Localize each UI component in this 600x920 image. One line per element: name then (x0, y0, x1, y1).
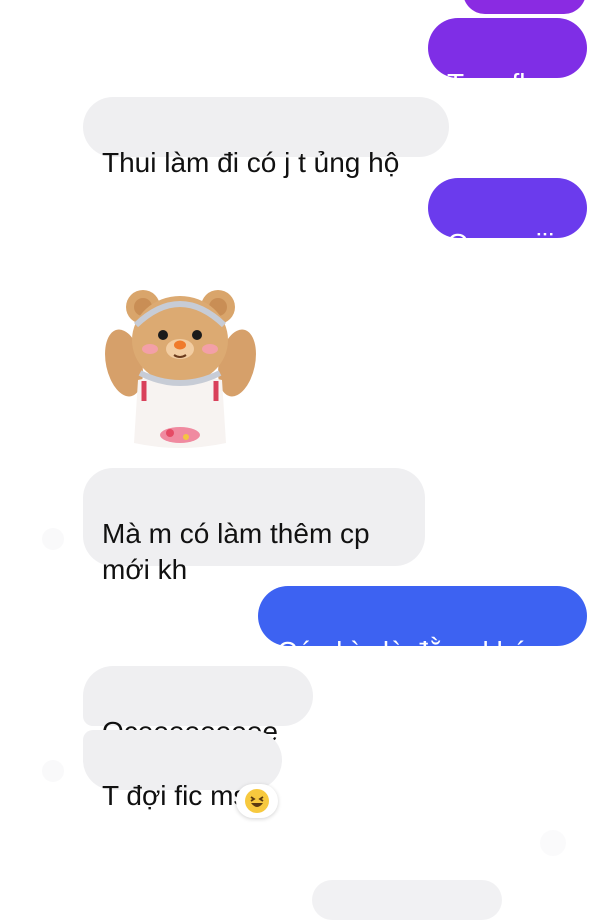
message-text: T đợi fic ms (102, 780, 248, 811)
teddy-bear-icon (105, 290, 256, 448)
message-text: Thui làm đi có j t ủng hộ (102, 147, 400, 178)
avatar (42, 760, 64, 782)
message-text: Có nhìu là đằng khác (277, 636, 542, 667)
avatar (540, 830, 566, 856)
message-reaction[interactable] (236, 784, 278, 818)
message-bubble-outgoing[interactable]: Oce ociii (428, 178, 587, 259)
message-text: Oce ociii (447, 228, 555, 259)
message-bubble-outgoing[interactable]: T sợ flop (428, 18, 587, 99)
message-text: T sợ flop (447, 68, 557, 99)
teddy-bear-sticker[interactable] (100, 285, 260, 455)
message-bubble-incoming[interactable]: T đợi fic ms (83, 730, 282, 811)
message-bubble-outgoing[interactable]: Có nhìu là đằng khác (258, 586, 587, 667)
message-bubble-incoming[interactable] (312, 880, 502, 920)
message-bubble-outgoing[interactable] (463, 0, 586, 14)
message-bubble-incoming[interactable]: Thui làm đi có j t ủng hộ (83, 97, 449, 178)
message-bubble-incoming[interactable]: Oceeeeeeeee (83, 666, 313, 747)
message-bubble-incoming[interactable]: Mà m có làm thêm cp mới kh (83, 468, 425, 585)
avatar (42, 528, 64, 550)
laughing-face-icon (245, 789, 269, 813)
message-text: Mà m có làm thêm cp mới kh (102, 518, 370, 585)
